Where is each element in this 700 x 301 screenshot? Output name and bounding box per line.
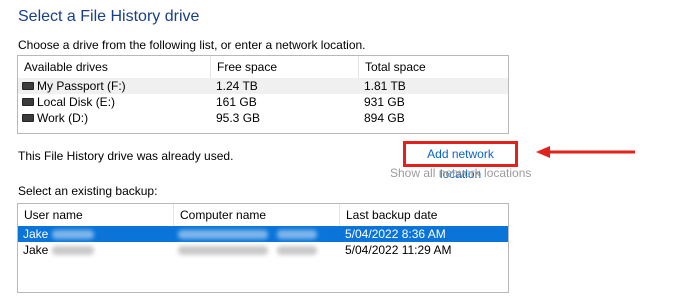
drive-name: Local Disk (E:) bbox=[37, 95, 116, 109]
backups-table: User name Computer name Last backup date… bbox=[17, 203, 509, 293]
page-title: Select a File History drive bbox=[18, 8, 200, 25]
instructions-text: Choose a drive from the following list, … bbox=[18, 38, 366, 52]
column-header-free-space[interactable]: Free space bbox=[210, 56, 358, 78]
drive-row[interactable]: Work (D:) 95.3 GB 894 GB bbox=[18, 110, 508, 126]
show-all-network-locations-link[interactable]: Show all network locations bbox=[390, 166, 531, 180]
backup-user-name: Jake bbox=[23, 243, 49, 257]
column-header-available-drives[interactable]: Available drives bbox=[18, 56, 210, 78]
drive-total-space: 1.81 TB bbox=[364, 79, 406, 93]
backups-table-header: User name Computer name Last backup date bbox=[18, 204, 508, 226]
drive-icon bbox=[22, 97, 34, 106]
redacted-user-name bbox=[51, 230, 94, 240]
drive-total-space: 894 GB bbox=[364, 111, 405, 125]
redacted-computer-name bbox=[178, 246, 268, 256]
drive-row[interactable]: My Passport (F:) 1.24 TB 1.81 TB bbox=[18, 78, 508, 94]
drive-free-space: 1.24 TB bbox=[216, 79, 258, 93]
drives-table: Available drives Free space Total space … bbox=[17, 55, 509, 134]
column-header-total-space[interactable]: Total space bbox=[358, 56, 508, 78]
arrow-head bbox=[536, 146, 550, 158]
drive-row[interactable]: Local Disk (E:) 161 GB 931 GB bbox=[18, 94, 508, 110]
select-backup-label: Select an existing backup: bbox=[18, 184, 158, 198]
drives-table-header: Available drives Free space Total space bbox=[18, 56, 508, 78]
redacted-computer-name-extra bbox=[277, 230, 318, 240]
drive-icon bbox=[22, 113, 34, 122]
column-header-user-name[interactable]: User name bbox=[18, 204, 173, 226]
drive-status-text: This File History drive was already used… bbox=[18, 149, 234, 163]
column-header-computer-name[interactable]: Computer name bbox=[173, 204, 339, 226]
redacted-user-name bbox=[51, 246, 94, 256]
add-network-location-link[interactable]: Add network location bbox=[403, 141, 518, 181]
drive-total-space: 931 GB bbox=[364, 95, 405, 109]
redacted-computer-name-extra bbox=[277, 246, 318, 256]
redacted-computer-name bbox=[178, 230, 268, 240]
drive-icon bbox=[22, 81, 34, 90]
red-arrow-annotation bbox=[536, 146, 635, 158]
drive-free-space: 161 GB bbox=[216, 95, 257, 109]
backup-date: 5/04/2022 8:36 AM bbox=[345, 227, 446, 241]
backup-user-name: Jake bbox=[23, 227, 49, 241]
backup-row[interactable]: Jake 5/04/2022 8:36 AM bbox=[18, 226, 508, 242]
drive-free-space: 95.3 GB bbox=[216, 111, 261, 125]
backup-date: 5/04/2022 11:29 AM bbox=[345, 243, 452, 257]
backup-row[interactable]: Jake 5/04/2022 11:29 AM bbox=[18, 242, 508, 258]
drive-name: My Passport (F:) bbox=[37, 79, 126, 93]
drive-name: Work (D:) bbox=[37, 111, 89, 125]
column-header-last-backup-date[interactable]: Last backup date bbox=[339, 204, 508, 226]
